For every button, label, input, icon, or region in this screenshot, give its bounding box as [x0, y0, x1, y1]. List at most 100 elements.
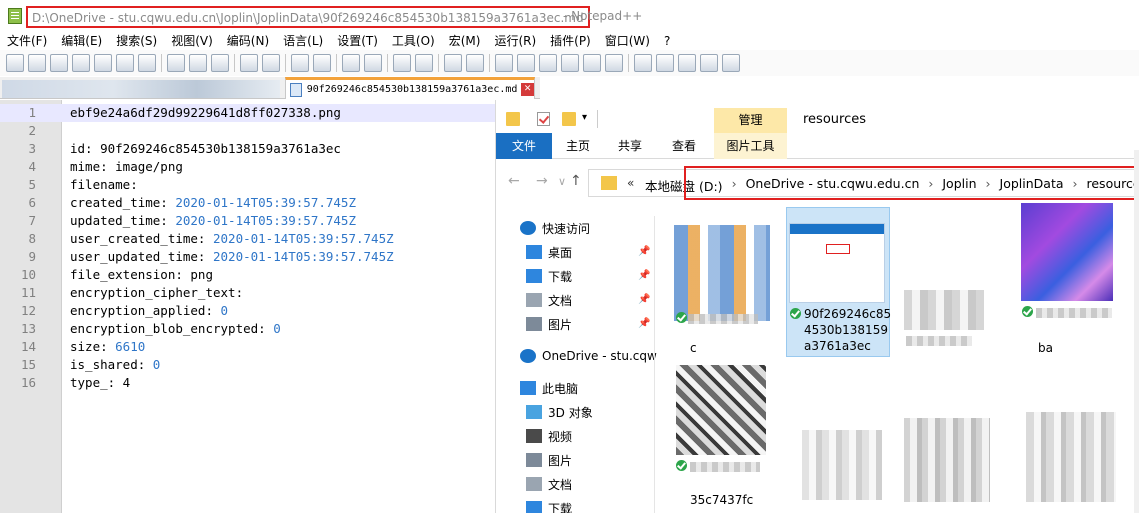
function-list-icon[interactable] [561, 54, 579, 72]
doc-map-icon[interactable] [539, 54, 557, 72]
code-line[interactable]: 4 mime: image/png [0, 158, 496, 176]
nav-item[interactable]: 文档 [496, 472, 656, 496]
run-macro-multiple-icon[interactable] [700, 54, 718, 72]
file-thumbnail[interactable] [674, 225, 770, 321]
code-line[interactable]: 7 updated_time: 2020-01-14T05:39:57.745Z [0, 212, 496, 230]
sync-vertical-icon[interactable] [393, 54, 411, 72]
play-macro-icon[interactable] [678, 54, 696, 72]
file-name-partial[interactable]: ba [1038, 340, 1053, 356]
save-icon[interactable] [50, 54, 68, 72]
nav-item[interactable]: 此电脑 [496, 376, 656, 400]
close-icon[interactable]: ✕ [521, 83, 534, 96]
print-icon[interactable] [138, 54, 156, 72]
word-wrap-icon[interactable] [444, 54, 462, 72]
paste-icon[interactable] [211, 54, 229, 72]
breadcrumb-overflow[interactable]: « [627, 176, 634, 190]
selected-file-name[interactable]: 90f269246c85 4530b138159 a3761a3ec [804, 306, 891, 354]
text-editor[interactable]: 1 ebf9e24a6df29d99229641d8ff027338.png 2 3 i… [0, 100, 496, 513]
find-icon[interactable] [291, 54, 309, 72]
nav-item[interactable]: 快速访问 [496, 216, 656, 240]
file-thumbnail[interactable] [1026, 412, 1116, 502]
up-arrow-icon[interactable]: ↑ [570, 173, 582, 189]
redo-icon[interactable] [262, 54, 280, 72]
file-thumbnail-selected[interactable] [789, 223, 885, 303]
udl-icon[interactable] [517, 54, 535, 72]
code-line[interactable]: 8 user_created_time: 2020-01-14T05:39:57.… [0, 230, 496, 248]
new-file-icon[interactable] [6, 54, 24, 72]
menu-window[interactable]: 窗口(W) [598, 32, 657, 50]
tab-home[interactable]: 主页 [556, 133, 600, 159]
recent-dropdown-icon[interactable]: ∨ [558, 175, 566, 188]
tab-share[interactable]: 共享 [610, 133, 650, 159]
code-line[interactable]: 9 user_updated_time: 2020-01-14T05:39:57.… [0, 248, 496, 266]
tab-picture-tools[interactable]: 图片工具 [714, 133, 787, 159]
zoom-in-icon[interactable] [342, 54, 360, 72]
stop-macro-icon[interactable] [656, 54, 674, 72]
blurred-tabs[interactable] [2, 80, 280, 98]
file-thumbnail[interactable] [802, 430, 882, 500]
nav-item[interactable]: 视频 [496, 424, 656, 448]
nav-item[interactable]: 下载 [496, 496, 656, 513]
menu-encoding[interactable]: 编码(N) [220, 32, 276, 50]
cut-icon[interactable] [167, 54, 185, 72]
menu-run[interactable]: 运行(R) [487, 32, 543, 50]
code-line[interactable]: 16 type_: 4 [0, 374, 496, 392]
menu-help[interactable]: ? [657, 32, 677, 50]
code-line[interactable]: 12 encryption_applied: 0 [0, 302, 496, 320]
file-thumbnail[interactable] [1021, 203, 1113, 301]
code-line[interactable]: 1 ebf9e24a6df29d99229641d8ff027338.png [0, 104, 496, 122]
tab-file[interactable]: 文件 [496, 133, 552, 159]
code-line[interactable]: 10 file_extension: png [0, 266, 496, 284]
menu-plugins[interactable]: 插件(P) [543, 32, 598, 50]
menu-tools[interactable]: 工具(O) [385, 32, 442, 50]
menu-language[interactable]: 语言(L) [276, 32, 330, 50]
code-line[interactable]: 13 encryption_blob_encrypted: 0 [0, 320, 496, 338]
menu-edit[interactable]: 编辑(E) [54, 32, 109, 50]
undo-icon[interactable] [240, 54, 258, 72]
nav-item[interactable]: 图片 📌 [496, 312, 656, 336]
file-thumbnail[interactable] [676, 365, 766, 455]
nav-item[interactable]: 3D 对象 [496, 400, 656, 424]
menu-file[interactable]: 文件(F) [0, 32, 54, 50]
nav-item[interactable]: 桌面 📌 [496, 240, 656, 264]
indent-guide-icon[interactable] [495, 54, 513, 72]
code-line[interactable]: 2 [0, 122, 496, 140]
file-name-partial[interactable]: c [690, 340, 697, 356]
close-file-icon[interactable] [94, 54, 112, 72]
record-macro-icon[interactable] [634, 54, 652, 72]
menu-macro[interactable]: 宏(M) [442, 32, 488, 50]
nav-item[interactable]: OneDrive - stu.cqw [496, 344, 657, 368]
file-thumbnail[interactable] [904, 290, 984, 330]
code-line[interactable]: 3 id: 90f269246c854530b138159a3761a3ec [0, 140, 496, 158]
code-line[interactable]: 14 size: 6610 [0, 338, 496, 356]
new-folder-icon[interactable] [562, 112, 576, 126]
menu-search[interactable]: 搜索(S) [109, 32, 164, 50]
folder-workspace-icon[interactable] [583, 54, 601, 72]
customize-dropdown-icon[interactable]: ▾ [582, 112, 587, 123]
explorer-scrollbar[interactable] [1134, 150, 1139, 513]
pin-icon[interactable]: 📌 [638, 246, 650, 257]
monitoring-icon[interactable] [605, 54, 623, 72]
menu-settings[interactable]: 设置(T) [330, 32, 385, 50]
code-line[interactable]: 6 created_time: 2020-01-14T05:39:57.745Z [0, 194, 496, 212]
forward-arrow-icon[interactable]: → [536, 173, 548, 189]
save-macro-icon[interactable] [722, 54, 740, 72]
pin-icon[interactable]: 📌 [638, 270, 650, 281]
code-line[interactable]: 5 filename: [0, 176, 496, 194]
properties-check-icon[interactable] [537, 112, 550, 126]
show-all-chars-icon[interactable] [466, 54, 484, 72]
pin-icon[interactable]: 📌 [638, 294, 650, 305]
copy-icon[interactable] [189, 54, 207, 72]
nav-item[interactable]: 下载 📌 [496, 264, 656, 288]
sync-horizontal-icon[interactable] [415, 54, 433, 72]
tab-view[interactable]: 查看 [664, 133, 704, 159]
file-name-partial[interactable]: 35c7437fc [690, 492, 753, 508]
menu-view[interactable]: 视图(V) [164, 32, 220, 50]
close-all-icon[interactable] [116, 54, 134, 72]
code-line[interactable]: 15 is_shared: 0 [0, 356, 496, 374]
back-arrow-icon[interactable]: ← [508, 173, 520, 189]
open-file-icon[interactable] [28, 54, 46, 72]
pin-icon[interactable]: 📌 [638, 318, 650, 329]
nav-item[interactable]: 图片 [496, 448, 656, 472]
save-all-icon[interactable] [72, 54, 90, 72]
